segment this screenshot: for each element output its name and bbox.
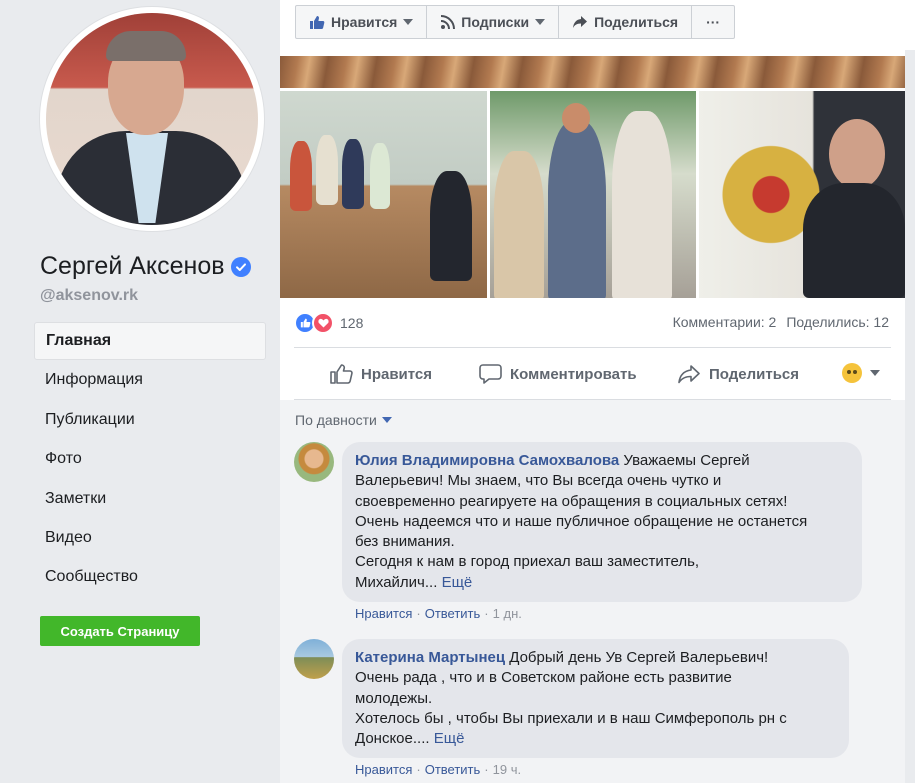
page-action-group: Нравится Подписки Поделиться ···	[295, 5, 736, 39]
comments-count-link[interactable]: Комментарии: 2	[673, 314, 777, 330]
comment-author[interactable]: Катерина Мартынец	[355, 649, 505, 666]
profile-picture[interactable]	[40, 7, 264, 231]
follow-label: Подписки	[461, 14, 530, 30]
rss-icon	[440, 14, 456, 30]
comment-text-line: Валерьевич! Мы знаем, что Вы всегда очен…	[355, 472, 722, 490]
commenter-avatar[interactable]	[294, 442, 334, 482]
comment-bubble: Юлия Владимировна Самохвалова Уважаемы С…	[342, 442, 862, 602]
page-name-text: Сергей Аксенов	[40, 252, 225, 280]
shares-count-link[interactable]: Поделились: 12	[786, 314, 889, 330]
comment-author[interactable]: Юлия Владимировна Самохвалова	[355, 452, 619, 469]
left-column: Сергей Аксенов @aksenov.rk Главная Инфор…	[0, 0, 280, 783]
comment-text-line: без внимания.	[355, 533, 455, 551]
page-title[interactable]: Сергей Аксенов	[40, 252, 251, 281]
share-page-label: Поделиться	[594, 14, 679, 30]
nav-item-posts[interactable]: Публикации	[34, 401, 266, 439]
reactions-count: 128	[340, 315, 364, 331]
thumbs-up-icon	[309, 15, 325, 30]
comment-text-line: Донское....	[355, 730, 430, 748]
nav-item-photos[interactable]: Фото	[34, 440, 266, 478]
love-reaction-icon	[312, 312, 334, 334]
comment-text-line: Михайлич...	[355, 573, 438, 591]
comment-bubble: Катерина Мартынец Добрый день Ув Сергей …	[342, 639, 849, 758]
comment-reply-link[interactable]: Ответить	[425, 606, 481, 621]
verified-badge-icon	[230, 256, 251, 277]
comment-icon	[479, 363, 502, 385]
comment-text-line: Сегодня к нам в город приехал ваш замест…	[355, 553, 700, 571]
page-username[interactable]: @aksenov.rk	[40, 287, 138, 305]
page-like-button[interactable]: Нравится	[296, 6, 428, 38]
share-arrow-icon	[572, 15, 588, 29]
chevron-down-icon	[535, 19, 546, 25]
comment-reply-link[interactable]: Ответить	[425, 762, 481, 777]
comment-timestamp[interactable]: 19 ч.	[493, 762, 521, 777]
post-like-label: Нравится	[361, 365, 433, 383]
nav-item-notes[interactable]: Заметки	[34, 480, 266, 518]
post-share-label: Поделиться	[709, 365, 800, 383]
post-photo-1[interactable]	[280, 91, 487, 298]
see-more-link[interactable]: Ещё	[434, 730, 465, 747]
nav-item-about[interactable]: Информация	[34, 361, 266, 399]
post-comment-button[interactable]: Комментировать	[479, 359, 637, 389]
post-photo-3[interactable]	[699, 91, 905, 298]
comment-sort-dropdown[interactable]: По давности	[295, 412, 392, 428]
follow-button[interactable]: Подписки	[427, 6, 560, 38]
page-action-bar: Нравится Подписки Поделиться ···	[280, 0, 915, 50]
see-more-link[interactable]: Ещё	[442, 574, 473, 591]
chevron-down-icon	[870, 370, 880, 376]
more-dots-icon: ···	[706, 14, 721, 30]
share-page-button[interactable]: Поделиться	[559, 6, 693, 38]
comment-like-link[interactable]: Нравится	[355, 762, 412, 777]
comment-meta: Нравится · Ответить · 1 дн.	[355, 606, 522, 621]
reaction-picker-button[interactable]	[842, 363, 880, 383]
comment-like-link[interactable]: Нравится	[355, 606, 412, 621]
post-photo-2[interactable]	[490, 91, 696, 298]
divider	[294, 347, 891, 348]
create-page-button[interactable]: Создать Страницу	[40, 616, 200, 646]
thumbs-up-outline-icon	[329, 363, 353, 385]
post-share-button[interactable]: Поделиться	[677, 359, 799, 389]
chevron-down-icon	[403, 19, 414, 25]
comment-text-line: своевременно реагируете на обращения в с…	[355, 492, 788, 510]
post-comment-label: Комментировать	[510, 365, 637, 383]
comment-meta: Нравится · Ответить · 19 ч.	[355, 762, 522, 777]
comment-text-line: Очень рада , что и в Советском районе ес…	[355, 669, 732, 687]
comment-sort-label: По давности	[295, 412, 377, 428]
nav-item-videos[interactable]: Видео	[34, 519, 266, 557]
comment-text-line: Уважаемы Сергей	[619, 452, 750, 469]
profile-photo	[46, 13, 258, 225]
nav-item-home[interactable]: Главная	[34, 322, 266, 360]
post-card: 128 Комментарии: 2 Поделились: 12 Нравитс…	[280, 50, 905, 783]
post-like-button[interactable]: Нравится	[329, 359, 432, 389]
comments-section: По давности Юлия Владимировна Самохвалов…	[280, 400, 905, 783]
comment-text-line: молодежы.	[355, 689, 433, 707]
post-photo-main[interactable]	[280, 56, 905, 88]
reactions-summary[interactable]: 128	[294, 312, 363, 334]
chevron-down-icon	[381, 417, 392, 423]
page-like-label: Нравится	[331, 14, 398, 30]
share-arrow-outline-icon	[677, 364, 701, 384]
comment-text-line: Очень надеемся что и наше публичное обра…	[355, 512, 808, 530]
nav-item-community[interactable]: Сообщество	[34, 558, 266, 596]
more-options-button[interactable]: ···	[692, 6, 734, 38]
commenter-avatar[interactable]	[294, 639, 334, 679]
engagement-counts: Комментарии: 2 Поделились: 12	[673, 314, 889, 330]
comment-text-line: Добрый день Ув Сергей Валерьевич!	[505, 649, 769, 666]
comment-timestamp[interactable]: 1 дн.	[493, 606, 522, 621]
emoji-face-icon	[842, 363, 862, 383]
comment-text-line: Хотелось бы , чтобы Вы приехали и в наш …	[355, 709, 787, 727]
page-nav: Главная Информация Публикации Фото Замет…	[34, 322, 266, 598]
